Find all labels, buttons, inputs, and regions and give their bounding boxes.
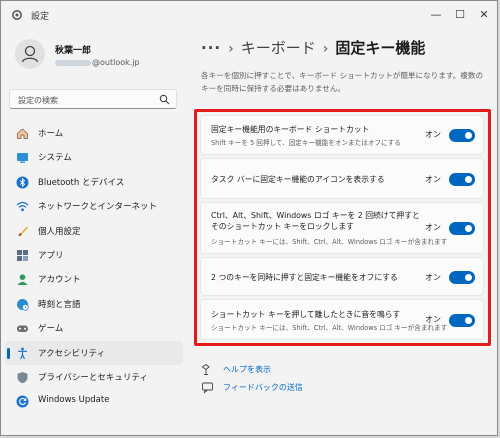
bluetooth-icon (16, 176, 29, 189)
highlight-annotation (194, 109, 491, 346)
maximize-button[interactable]: ☐ (447, 4, 473, 24)
brush-icon (18, 226, 28, 236)
sidebar-item-label: 時刻と言語 (38, 299, 81, 310)
redacted-email (55, 59, 91, 66)
profile-email: @outlook.jp (55, 58, 140, 67)
email-domain: @outlook.jp (92, 58, 140, 67)
sidebar-item-label: ゲーム (38, 324, 64, 335)
sidebar-item-windows-update[interactable]: Windows Update (5, 389, 183, 413)
globe-clock-icon (17, 298, 29, 311)
breadcrumb: ··· › キーボード › 固定キー機能 (201, 37, 425, 59)
sidebar-item-label: システム (38, 153, 72, 164)
sidebar-item-system[interactable]: システム (5, 145, 183, 169)
sidebar-item-label: プライバシーとセキュリティ (38, 372, 148, 383)
sidebar-item-label: Windows Update (38, 395, 110, 406)
sidebar-item-label: 個人用設定 (38, 226, 81, 237)
account-icon (17, 274, 28, 286)
sidebar-item-label: アプリ (38, 250, 64, 261)
minimize-icon: — (430, 7, 442, 21)
sidebar-item-bluetooth[interactable]: Bluetooth とデバイス (5, 170, 183, 194)
sidebar-item-label: ホーム (38, 129, 64, 139)
breadcrumb-keyboard-link[interactable]: キーボード (241, 39, 316, 57)
sidebar-item-gaming[interactable]: ゲーム (5, 316, 183, 340)
page-description: 各キーを個別に押すことで、キーボード ショートカットが簡単になります。複数のキー… (201, 71, 484, 93)
feedback-icon (202, 382, 213, 394)
close-button[interactable]: ✕ (471, 4, 497, 24)
settings-window: 設定 — ☐ ✕ 秋葉一郎 @outlook.jp ホーム システム Bl (0, 0, 498, 436)
sidebar-item-accounts[interactable]: アカウント (5, 267, 183, 291)
sidebar-item-accessibility[interactable]: アクセシビリティ (5, 340, 183, 365)
gamepad-icon (17, 325, 28, 333)
page-title: 固定キー機能 (335, 39, 426, 57)
chevron-right-icon: › (322, 41, 329, 57)
sidebar-item-label: アクセシビリティ (38, 348, 106, 359)
search-box[interactable] (9, 89, 177, 109)
profile-name: 秋葉一郎 (55, 46, 92, 56)
sidebar-item-label: Bluetooth とデバイス (38, 177, 125, 188)
maximize-icon: ☐ (455, 7, 465, 21)
close-icon: ✕ (479, 7, 489, 21)
sidebar-item-privacy[interactable]: プライバシーとセキュリティ (5, 365, 183, 389)
apps-icon (17, 249, 28, 261)
sidebar-item-label: アカウント (38, 275, 81, 286)
update-icon (16, 395, 29, 408)
breadcrumb-more-button[interactable]: ··· (201, 39, 221, 57)
sidebar-item-home[interactable]: ホーム (5, 121, 183, 145)
title-bar: 設定 — ☐ ✕ (1, 1, 497, 29)
sidebar-item-label: ネットワークとインターネット (38, 202, 158, 213)
window-title: 設定 (31, 12, 50, 22)
sidebar-item-network[interactable]: ネットワークとインターネット (5, 194, 183, 218)
sidebar-nav: ホーム システム Bluetooth とデバイス ネットワークとインターネット … (5, 121, 183, 414)
help-icon (201, 363, 210, 375)
search-icon (159, 94, 170, 105)
avatar[interactable] (15, 39, 45, 69)
sidebar-item-time-language[interactable]: 時刻と言語 (5, 292, 183, 316)
sidebar-item-apps[interactable]: アプリ (5, 243, 183, 267)
system-icon (17, 153, 28, 164)
minimize-button[interactable]: — (423, 4, 449, 24)
accessibility-icon (18, 347, 27, 359)
home-icon (17, 128, 28, 139)
settings-app-icon (12, 10, 22, 20)
shield-icon (17, 371, 28, 384)
network-icon (16, 202, 29, 212)
feedback-link[interactable]: フィードバックの送信 (223, 382, 303, 393)
chevron-right-icon: › (228, 41, 234, 57)
search-input[interactable] (16, 92, 160, 108)
sidebar-item-personalization[interactable]: 個人用設定 (5, 219, 183, 243)
user-icon (21, 45, 39, 63)
help-link[interactable]: ヘルプを表示 (223, 364, 271, 375)
